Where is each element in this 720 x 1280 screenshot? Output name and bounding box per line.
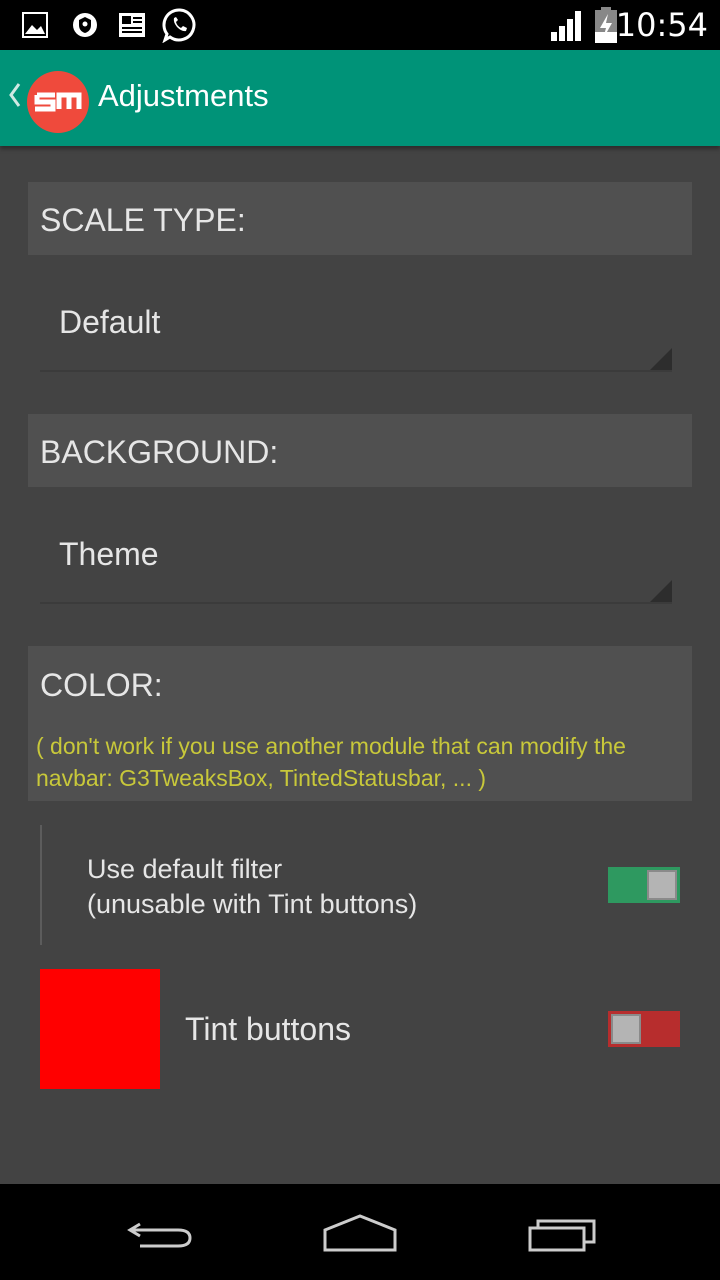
spinner-dropdown-icon <box>650 580 672 602</box>
action-bar: Adjustments <box>0 50 720 146</box>
color-title: COLOR: <box>40 667 163 703</box>
spinner-underline <box>40 370 672 372</box>
back-icon[interactable] <box>110 1204 210 1264</box>
battery-charging-icon <box>595 7 617 43</box>
background-spinner[interactable]: Theme <box>40 516 672 604</box>
navigation-bar <box>0 1184 720 1280</box>
color-note: ( don't work if you use another module t… <box>36 733 626 791</box>
spinner-dropdown-icon <box>650 348 672 370</box>
tint-color-swatch[interactable] <box>40 969 160 1089</box>
default-filter-switch[interactable] <box>608 867 680 903</box>
home-icon[interactable] <box>310 1204 410 1264</box>
shield-icon <box>73 13 97 37</box>
scale-type-value: Default <box>59 304 161 340</box>
scale-type-spinner[interactable]: Default <box>40 284 672 372</box>
card-icon <box>119 13 145 37</box>
app-logo-icon <box>34 92 82 112</box>
whatsapp-icon <box>162 8 196 43</box>
scale-type-header: SCALE TYPE: <box>28 182 692 255</box>
color-header: COLOR: ( don't work if you use another m… <box>28 646 692 801</box>
tint-buttons-label[interactable]: Tint buttons <box>185 1011 351 1048</box>
default-filter-label[interactable]: Use default filter (unusable with Tint b… <box>87 852 417 922</box>
recents-icon[interactable] <box>512 1204 612 1264</box>
spinner-underline <box>40 602 672 604</box>
background-header: BACKGROUND: <box>28 414 692 487</box>
up-caret-icon[interactable] <box>6 80 22 110</box>
background-title: BACKGROUND: <box>40 434 279 470</box>
switch-thumb <box>611 1014 641 1044</box>
image-icon <box>22 12 48 38</box>
status-time: 10:54 <box>615 6 708 44</box>
background-value: Theme <box>59 536 159 572</box>
signal-icon <box>551 11 581 41</box>
scale-type-title: SCALE TYPE: <box>40 202 246 238</box>
pref-indent-line <box>40 825 42 945</box>
tint-buttons-switch[interactable] <box>608 1011 680 1047</box>
status-bar: 10:54 <box>0 0 720 50</box>
default-filter-title: Use default filter <box>87 854 283 884</box>
default-filter-summary: (unusable with Tint buttons) <box>87 889 418 919</box>
switch-thumb <box>647 870 677 900</box>
page-title: Adjustments <box>98 78 269 113</box>
app-logo[interactable] <box>27 71 89 133</box>
